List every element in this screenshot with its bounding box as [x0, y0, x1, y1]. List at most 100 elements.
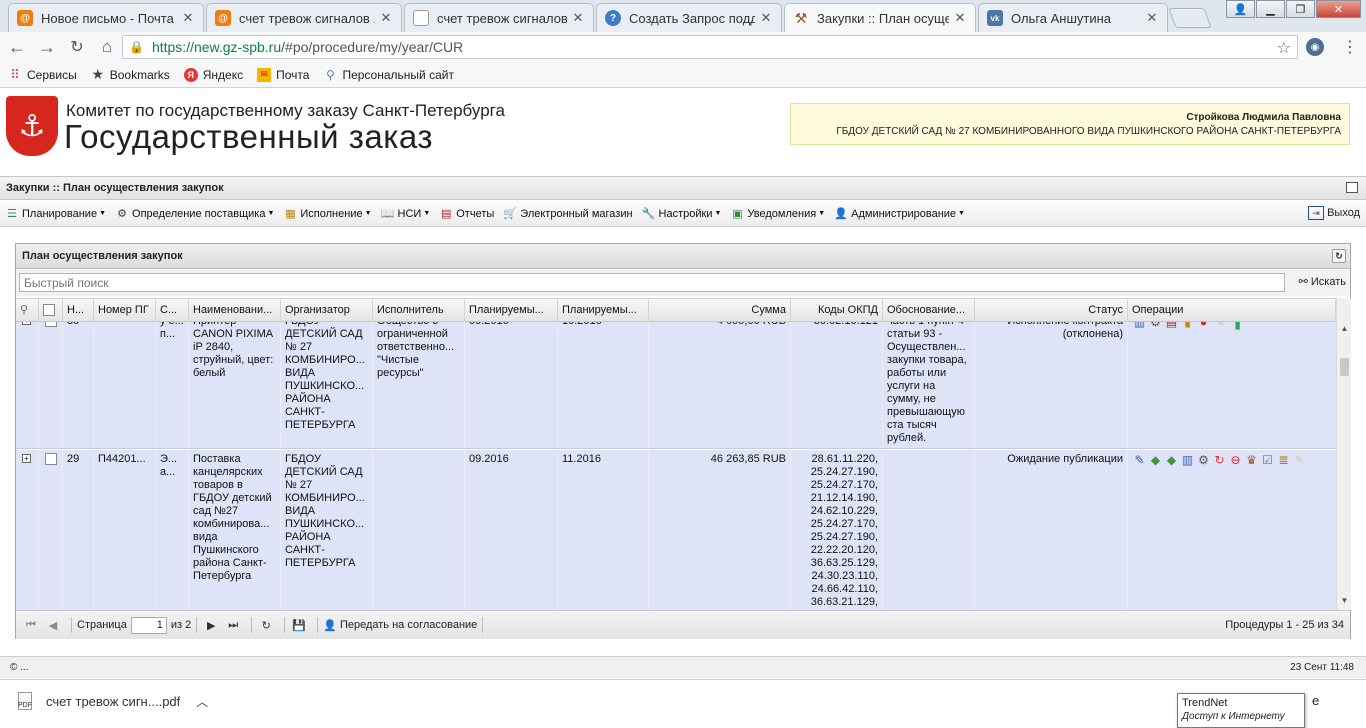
browser-tab-document[interactable]: счет тревож сигналов 1 ✕	[404, 3, 594, 32]
bookmark-site[interactable]: ⚲ Персональный сайт	[323, 68, 454, 82]
menu-notifications[interactable]: ▣ Уведомления ▼	[729, 207, 825, 221]
next-page-icon[interactable]: ▶	[202, 617, 220, 633]
close-icon[interactable]: ✕	[1145, 10, 1159, 26]
column-plan-number[interactable]: Номер ПГ	[94, 299, 156, 322]
column-status[interactable]: Статус	[975, 299, 1128, 322]
chart-icon[interactable]: ▥	[1180, 453, 1195, 468]
close-icon[interactable]: ✕	[953, 10, 967, 26]
column-planned-1[interactable]: Планируемы...	[465, 299, 558, 322]
search-button[interactable]: ⚯ Искать	[1299, 275, 1346, 289]
window-close-button[interactable]: ✕	[1316, 0, 1361, 18]
expand-icon[interactable]: +	[22, 322, 31, 325]
send-for-approval-button[interactable]: 👤 Передать на согласование	[323, 619, 477, 632]
refresh-icon[interactable]: ↻	[257, 617, 275, 633]
emblem-icon[interactable]: ♛	[1244, 453, 1259, 468]
home-button[interactable]: ⌂	[94, 34, 120, 60]
minus-circle-icon[interactable]: ⊖	[1228, 453, 1243, 468]
chart-icon[interactable]: ▥	[1132, 322, 1147, 330]
prev-page-icon[interactable]: ◀	[44, 617, 62, 633]
refresh-icon[interactable]: ↻	[1332, 249, 1346, 263]
quick-search-input[interactable]	[19, 273, 1285, 292]
check-icon[interactable]: ☑	[1260, 453, 1275, 468]
menu-eshop[interactable]: 🛒 Электронный магазин	[502, 207, 632, 221]
menu-settings[interactable]: 🔧 Настройки ▼	[641, 207, 722, 221]
column-basis[interactable]: Обоснование...	[883, 299, 975, 322]
close-icon[interactable]: e	[1312, 693, 1334, 715]
scroll-up-icon[interactable]: ▲	[1337, 324, 1352, 336]
column-okpd[interactable]: Коды ОКПД	[791, 299, 883, 322]
close-icon[interactable]: ✕	[181, 10, 195, 26]
menu-planning[interactable]: ☰ Планирование ▼	[4, 207, 106, 221]
extension-icon[interactable]: ◉	[1306, 38, 1324, 56]
row-expander-cell[interactable]: +	[16, 322, 39, 448]
column-sum[interactable]: Сумма	[649, 299, 791, 322]
menu-reports[interactable]: ▤ Отчеты	[438, 207, 494, 221]
expand-icon[interactable]: +	[22, 454, 31, 463]
close-icon[interactable]: ✕	[759, 10, 773, 26]
scroll-thumb[interactable]	[1340, 358, 1349, 376]
reload-button[interactable]: ↻	[64, 34, 90, 60]
bookmark-services[interactable]: ⠿ Сервисы	[8, 67, 76, 82]
browser-tab-purchases[interactable]: ⚒ Закупки :: План осущест ✕	[784, 3, 976, 32]
maximize-button[interactable]: ❐	[1286, 0, 1315, 18]
exit-button[interactable]: ⇥ Выход	[1308, 206, 1360, 220]
first-page-icon[interactable]: ⏮	[22, 617, 40, 633]
column-name[interactable]: Наименовани...	[189, 299, 281, 322]
row-checkbox[interactable]	[45, 322, 57, 327]
pencil-icon[interactable]: ✎	[1212, 322, 1227, 330]
menu-execution[interactable]: ▦ Исполнение ▼	[282, 207, 371, 221]
bookmark-yandex[interactable]: Я Яндекс	[183, 67, 243, 82]
approve-icon[interactable]: ◆	[1148, 453, 1163, 468]
bookmark-bookmarks[interactable]: ★ Bookmarks	[91, 66, 169, 82]
column-executor[interactable]: Исполнитель	[373, 299, 465, 322]
column-organizer[interactable]: Организатор	[281, 299, 373, 322]
scroll-icon[interactable]: ≣	[1276, 453, 1291, 468]
table-row[interactable]: + 29 П44201... Э... а... Поставка канцел…	[16, 450, 1336, 610]
browser-tab-vk[interactable]: vk Ольга Аншутина ✕	[978, 3, 1168, 32]
profile-button[interactable]: 👤	[1226, 0, 1255, 18]
bookmark-mail[interactable]: ✉ Почта	[257, 67, 309, 82]
report-icon[interactable]: ▤	[1164, 322, 1179, 330]
filter-clear-column[interactable]: ⚲	[16, 299, 39, 322]
menu-supplier[interactable]: ⚙ Определение поставщика ▼	[114, 207, 274, 221]
browser-tab-support[interactable]: ? Создать Запрос поддер ✕	[596, 3, 782, 32]
row-checkbox-cell[interactable]	[39, 322, 63, 448]
menu-nsi[interactable]: 📖 НСИ ▼	[380, 207, 431, 221]
page-input[interactable]: 1	[130, 616, 167, 634]
stop-icon[interactable]: ●	[1196, 322, 1211, 330]
collapse-button[interactable]	[1346, 182, 1358, 193]
menu-admin[interactable]: 👤 Администрирование ▼	[833, 207, 965, 221]
column-s[interactable]: С...	[156, 299, 189, 322]
bookmark-star-icon[interactable]: ☆	[1277, 38, 1291, 58]
row-expander-cell[interactable]: +	[16, 450, 39, 610]
back-button[interactable]: ←	[4, 34, 30, 60]
pencil-icon[interactable]: ✎	[1292, 453, 1307, 468]
gear-icon[interactable]: ⚙	[1148, 322, 1163, 330]
pencil-icon[interactable]: ✎	[1132, 453, 1147, 468]
table-row[interactable]: + 30 у е... п... Принтер CANON PIXIMA iP…	[16, 322, 1336, 449]
grid-scrollbar[interactable]: ▲ ▼	[1336, 298, 1351, 610]
row-checkbox[interactable]	[45, 453, 57, 465]
close-icon[interactable]: ✕	[379, 10, 393, 26]
bars-icon[interactable]: ▐	[1228, 322, 1243, 330]
approve-icon[interactable]: ◆	[1164, 453, 1179, 468]
gear-icon[interactable]: ⚙	[1196, 453, 1211, 468]
browser-tab-mail-new[interactable]: @ Новое письмо - Почта М ✕	[8, 3, 204, 32]
download-item[interactable]: PDF счет тревож сигн....pdf ︿	[18, 692, 208, 710]
scroll-down-icon[interactable]: ▼	[1337, 596, 1352, 608]
row-checkbox-cell[interactable]	[39, 450, 63, 610]
column-number[interactable]: Н...	[63, 299, 94, 322]
last-page-icon[interactable]: ⏭	[224, 617, 242, 633]
chevron-up-icon[interactable]: ︿	[196, 693, 208, 710]
select-all-column[interactable]	[39, 299, 63, 322]
url-input[interactable]: 🔒 https://new.gz-spb.ru/#po/procedure/my…	[122, 35, 1298, 59]
select-all-checkbox[interactable]	[43, 304, 55, 316]
new-tab-button[interactable]	[1168, 8, 1212, 28]
save-icon[interactable]: 💾	[290, 617, 308, 633]
close-icon[interactable]: ✕	[571, 10, 585, 26]
minimize-button[interactable]: ▁	[1256, 0, 1285, 18]
reload-icon[interactable]: ↻	[1212, 453, 1227, 468]
browser-tab-mail-invoice[interactable]: @ счет тревож сигналов 1 ✕	[206, 3, 402, 32]
column-planned-2[interactable]: Планируемы...	[558, 299, 649, 322]
forward-button[interactable]: →	[34, 34, 60, 60]
